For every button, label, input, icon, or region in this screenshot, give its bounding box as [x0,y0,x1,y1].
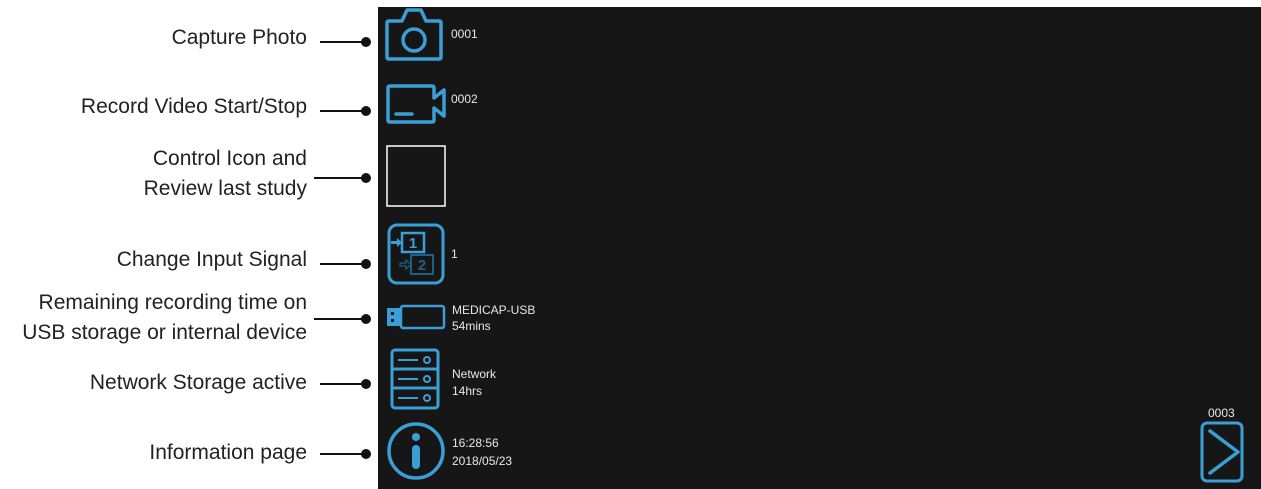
control-icon-label-line1: Control Icon and [152,147,307,170]
device-screen: 0001 0002 1 2 1 MEDICAP-USB 54mins Netwo… [378,7,1261,489]
control-icon-leader [314,173,371,183]
capture-photo-label: Capture Photo [171,26,307,49]
control-icon-label-line2: Review last study [143,177,307,200]
input-number: 1 [451,247,458,261]
network-storage-label: Network Storage active [89,371,307,394]
usb-name: MEDICAP-USB [452,303,536,317]
network-remaining-time: 14hrs [452,384,483,398]
record-video-label: Record Video Start/Stop [80,95,307,118]
next-arrow-icon[interactable] [1200,421,1244,483]
remaining-time-label-line2: USB storage or internal device [22,321,307,344]
input-signal-icon[interactable]: 1 2 [387,223,445,285]
remaining-time-leader [314,314,371,324]
information-page-leader [320,449,371,459]
clock-time: 16:28:56 [452,436,499,450]
network-name: Network [452,367,497,381]
next-count: 0003 [1208,406,1235,420]
control-square-icon[interactable] [386,145,446,207]
svg-text:2: 2 [418,257,426,274]
video-count: 0002 [451,92,478,106]
network-storage-leader [320,379,371,389]
usb-remaining-time: 54mins [452,319,491,333]
information-page-label: Information page [149,441,307,464]
record-video-leader [320,106,371,116]
svg-text:1: 1 [409,235,417,252]
usb-drive-icon [386,304,446,330]
capture-photo-leader [320,37,371,47]
change-input-label: Change Input Signal [116,248,307,271]
video-camera-icon[interactable] [386,82,448,128]
photo-count: 0001 [451,27,478,41]
network-storage-icon [390,348,440,410]
remaining-time-label-line1: Remaining recording time on [38,291,307,314]
change-input-leader [320,259,371,269]
clock-date: 2018/05/23 [452,454,513,468]
info-icon[interactable] [386,421,446,481]
camera-icon[interactable] [385,7,443,61]
